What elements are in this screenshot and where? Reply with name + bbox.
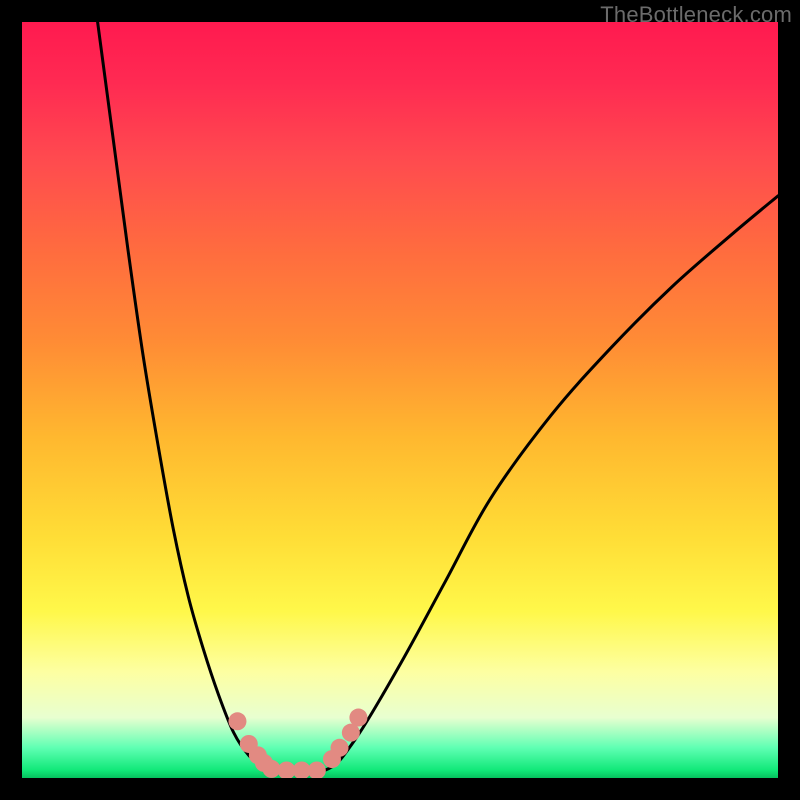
chart-frame <box>22 22 778 778</box>
plot-area <box>22 22 778 778</box>
background-gradient <box>22 22 778 778</box>
watermark-text: TheBottleneck.com <box>600 2 792 28</box>
